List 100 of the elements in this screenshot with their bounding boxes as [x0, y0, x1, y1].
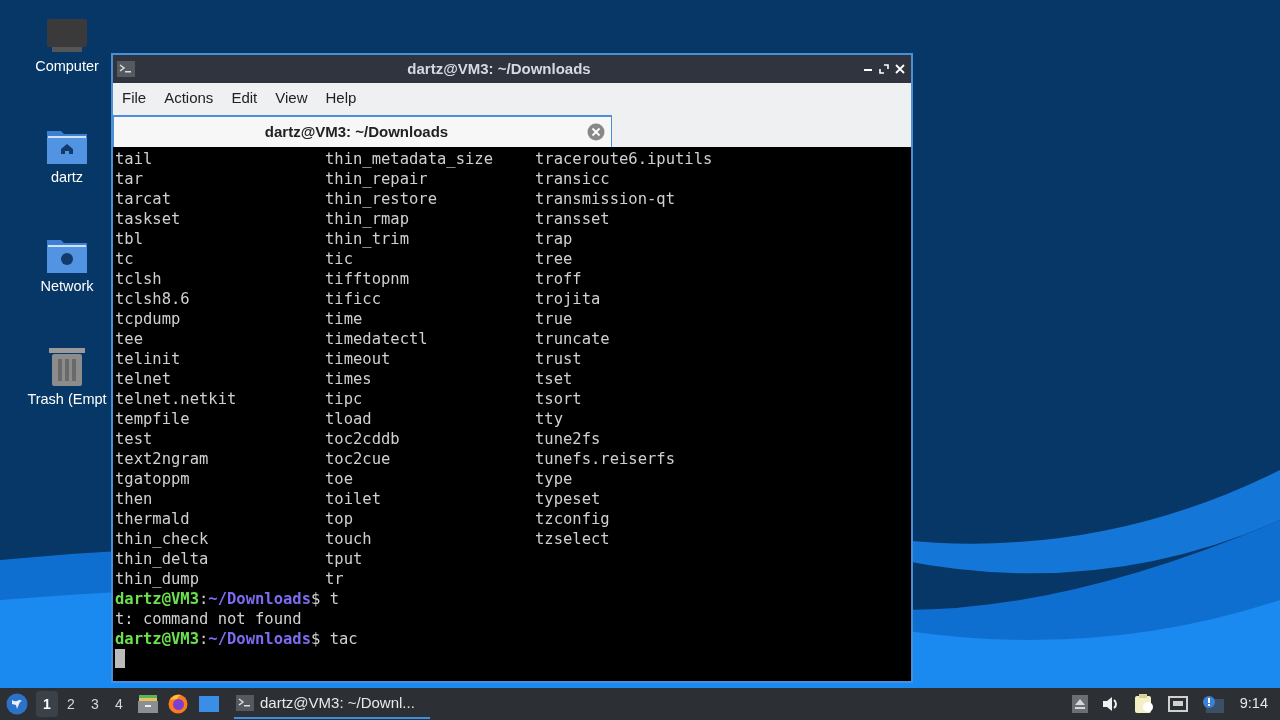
terminal-text: tcpdump [115, 309, 182, 329]
terminal-text: tput [325, 549, 364, 569]
notification-icon[interactable] [1201, 695, 1224, 713]
terminal-text: tgatoppm [115, 469, 191, 489]
terminal-icon [117, 61, 135, 77]
terminal-text: tempfile [115, 409, 191, 429]
desktop-icon-label[interactable]: dartz [50, 167, 84, 189]
terminal-icon [236, 695, 254, 711]
terminal-text: tunefs.reiserfs [535, 449, 676, 469]
terminal-text: typeset [535, 489, 602, 509]
terminal-text: thin_delta [115, 549, 210, 569]
workspace-button[interactable]: 4 [108, 691, 130, 717]
tab-close-icon[interactable] [587, 123, 605, 141]
terminal-line: dartz@VM3:~/Downloads$ t [115, 589, 340, 609]
browser-icon[interactable] [168, 694, 188, 714]
terminal-text: telnet.netkit [115, 389, 238, 409]
terminal-text: tic [325, 249, 354, 269]
terminal-text: toe [325, 469, 354, 489]
terminal-text: thermald [115, 509, 191, 529]
terminal-text: tipc [325, 389, 364, 409]
terminal-text: traceroute6.iputils [535, 149, 714, 169]
terminal-text: thin_repair [325, 169, 429, 189]
network-icon[interactable] [1167, 696, 1188, 712]
terminal-text: type [535, 469, 574, 489]
terminal-text: troff [535, 269, 583, 289]
terminal-text: tifftopnm [325, 269, 410, 289]
terminal-text: truncate [535, 329, 611, 349]
terminal-text: tty [535, 409, 564, 429]
start-menu-icon[interactable] [6, 693, 28, 715]
terminal-text: telnet [115, 369, 172, 389]
terminal-text: tee [115, 329, 144, 349]
terminal-text: times [325, 369, 373, 389]
trash-icon [48, 345, 86, 387]
terminal-text: top [325, 509, 354, 529]
menu-item[interactable]: View [269, 86, 314, 110]
menu-item[interactable]: Help [319, 86, 363, 110]
desktop-icon-label[interactable]: Network [40, 276, 94, 298]
terminal-text: trap [535, 229, 574, 249]
terminal-text: trust [535, 349, 583, 369]
taskbar-window-button[interactable]: dartz@VM3: ~/Downl... [234, 689, 430, 719]
workspace-button[interactable]: 1 [36, 691, 58, 717]
terminal-text: true [535, 309, 574, 329]
close-icon[interactable] [895, 64, 905, 74]
terminal-line: t: command not found [115, 609, 303, 629]
terminal-text: thin_dump [115, 569, 200, 589]
desktop-icon-label[interactable]: Computer [35, 56, 99, 78]
terminal-text: tclsh [115, 269, 163, 289]
terminal-text: tbl [115, 229, 144, 249]
terminal-text: thin_restore [325, 189, 438, 209]
terminal-text: time [325, 309, 364, 329]
terminal-text: tzselect [535, 529, 611, 549]
clock[interactable]: 9:14 [1239, 693, 1268, 715]
terminal-text: toilet [325, 489, 382, 509]
desktop-icon-label[interactable]: Trash (Empt [27, 389, 107, 411]
terminal-text: touch [325, 529, 373, 549]
eject-icon[interactable] [1071, 695, 1088, 713]
workspace-button[interactable]: 2 [60, 691, 82, 717]
terminal-text: taskset [115, 209, 182, 229]
terminal-text: test [115, 429, 154, 449]
terminal-text: tset [535, 369, 574, 389]
terminal-text: tsort [535, 389, 583, 409]
terminal-text: toc2cue [325, 449, 392, 469]
terminal-text: thin_trim [325, 229, 410, 249]
terminal-text: timeout [325, 349, 392, 369]
terminal-text: trojita [535, 289, 602, 309]
desktop-icon[interactable] [198, 695, 220, 713]
terminal-text: transicc [535, 169, 611, 189]
window-title: dartz@VM3: ~/Downloads [407, 58, 591, 79]
terminal-text: tarcat [115, 189, 172, 209]
terminal-text: telinit [115, 349, 182, 369]
menu-item[interactable]: File [116, 86, 153, 110]
terminal-text: tclsh8.6 [115, 289, 191, 309]
terminal-text: thin_metadata_size [325, 149, 494, 169]
terminal-text: tr [325, 569, 345, 589]
clipboard-icon[interactable] [1133, 694, 1154, 714]
terminal-text: then [115, 489, 154, 509]
terminal-text: tail [115, 149, 154, 169]
terminal-text: thin_check [115, 529, 210, 549]
restore-icon[interactable] [879, 64, 889, 74]
terminal-tab[interactable]: dartz@VM3: ~/Downloads [113, 115, 612, 147]
terminal-text: text2ngram [115, 449, 210, 469]
menu-item[interactable]: Actions [158, 86, 220, 110]
terminal-text: transset [535, 209, 611, 229]
terminal-text: timedatectl [325, 329, 429, 349]
workspace-button[interactable]: 3 [84, 691, 106, 717]
terminal-text: thin_rmap [325, 209, 410, 229]
monitor-icon [46, 18, 88, 54]
terminal-text: tune2fs [535, 429, 602, 449]
terminal-text: tload [325, 409, 373, 429]
menu-item[interactable]: Edit [225, 86, 264, 110]
terminal-text: transmission-qt [535, 189, 676, 209]
volume-icon[interactable] [1101, 696, 1120, 712]
terminal-text: tzconfig [535, 509, 611, 529]
terminal-line: dartz@VM3:~/Downloads$ tac [115, 629, 359, 649]
terminal-text: tar [115, 169, 144, 189]
terminal-text: tificc [325, 289, 382, 309]
terminal-text: tree [535, 249, 574, 269]
terminal-output[interactable] [113, 147, 911, 681]
file-cabinet-icon[interactable] [138, 694, 158, 714]
terminal-text: toc2cddb [325, 429, 401, 449]
